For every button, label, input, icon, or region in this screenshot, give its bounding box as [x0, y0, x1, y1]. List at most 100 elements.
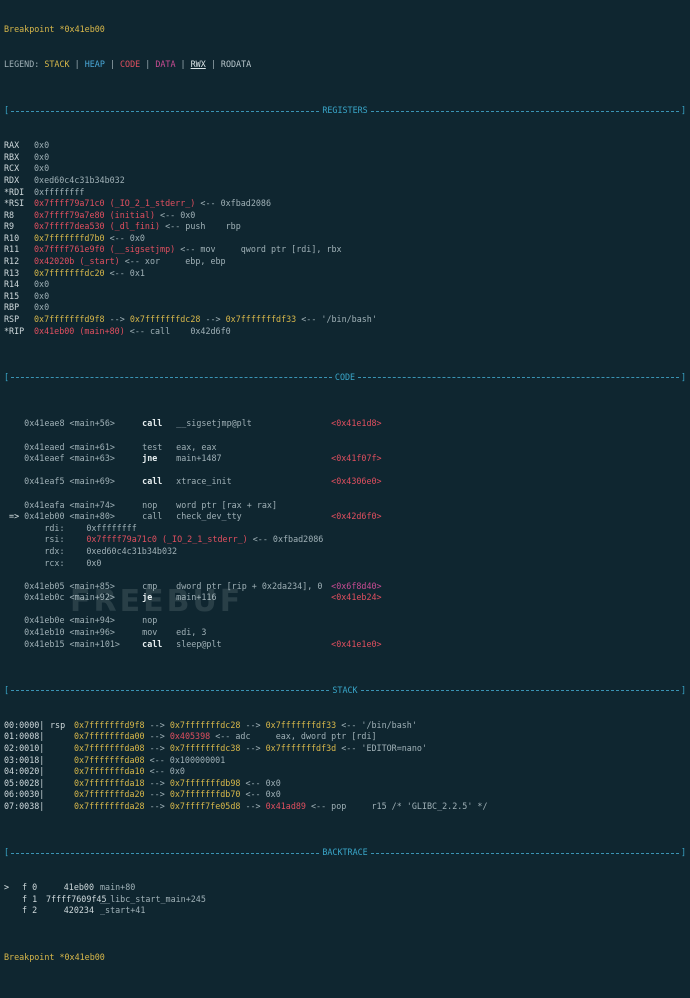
- register-row: R12 0x42020b (_start) <-- xor ebp, ebp: [4, 256, 686, 268]
- stack-offset: 04:0020|: [4, 766, 45, 777]
- value-part: 0x7fffffffd7b0: [34, 232, 105, 243]
- register-name: RBX: [4, 151, 20, 162]
- stack-row: 00:0000| rsp 0x7fffffffd9f8 --> 0x7fffffff…: [4, 720, 686, 732]
- registers-label: REGISTERS: [322, 105, 368, 116]
- value-part: 0x7fffffffdb98: [169, 777, 241, 788]
- register-row: RBX 0x0: [4, 152, 686, 164]
- current-instruction-row: => 0x41eb00 <main+80> call check_dev_tty <0…: [4, 511, 686, 523]
- instruction-operands: main+1487: [176, 453, 222, 464]
- register-row: RAX 0x0: [4, 140, 686, 152]
- value-part: -->: [240, 719, 266, 730]
- stack-label: STACK: [332, 685, 358, 696]
- value-part: 0x7ffff79a71c0 (_IO_2_1_stderr_): [86, 534, 248, 545]
- value-part: 0x7fffffffdc20: [34, 267, 105, 278]
- argument-register: rsi:: [44, 534, 65, 545]
- current-marker: [4, 500, 24, 510]
- value-part: 0x0: [86, 557, 102, 568]
- frame-number: f 1: [22, 893, 38, 904]
- jump-target: <0x41e1e0>: [331, 638, 382, 649]
- value-part: <-- '/bin/bash': [296, 314, 377, 325]
- register-row: R9 0x7ffff7dea530 (_dl_fini) <-- push rbp: [4, 221, 686, 233]
- legend-prefix: LEGEND:: [4, 58, 45, 69]
- legend-item-heap: HEAP: [84, 58, 105, 69]
- value-part: -->: [144, 777, 170, 788]
- jump-target: <0x41e1d8>: [331, 418, 382, 429]
- register-name: *RSI: [4, 198, 25, 209]
- register-row: RBP 0x0: [4, 302, 686, 314]
- legend-item-rwx: RWX: [190, 58, 206, 69]
- register-row: R8 0x7ffff79a7e80 (initial) <-- 0x0: [4, 210, 686, 222]
- instruction-address: 0x41eaef <main+63>: [24, 453, 115, 464]
- instruction-row: 0x41eae8 <main+56> call __sigsetjmp@plt <0x…: [4, 418, 686, 430]
- legend-line: LEGEND: STACK | HEAP | CODE | DATA | RWX…: [4, 59, 686, 71]
- value-part: <-- 0xfbad2086: [247, 534, 324, 545]
- current-marker: [4, 453, 24, 463]
- terminal-window[interactable]: Breakpoint *0x41eb00 LEGEND: STACK | HEA…: [0, 0, 690, 962]
- value-part: 0x7ffff7dea530 (_dl_fini): [34, 221, 161, 232]
- instruction-operands: check_dev_tty: [176, 511, 242, 522]
- legend-item-stack: STACK: [44, 58, 70, 69]
- register-row: R14 0x0: [4, 279, 686, 291]
- stack-offset: 00:0000|: [4, 719, 45, 730]
- call-argument-row: rcx: 0x0: [4, 558, 686, 570]
- legend-item-rodata: RODATA: [220, 58, 252, 69]
- value-part: <-- 0x0: [240, 777, 281, 788]
- instruction-address: 0x41eb0e <main+94>: [24, 615, 115, 626]
- register-name: R15: [4, 290, 20, 301]
- instruction-mnemonic: test: [142, 441, 163, 452]
- current-marker: [4, 627, 24, 637]
- value-part: -->: [144, 743, 170, 753]
- value-part: 0x0: [34, 163, 50, 174]
- legend-item-code: CODE: [120, 58, 141, 69]
- current-marker: [4, 418, 24, 428]
- value-part: <-- 0xfbad2086: [195, 198, 271, 209]
- current-marker: [4, 639, 24, 649]
- value-part: 0x0: [34, 140, 50, 151]
- value-part: <-- 0x100000001: [144, 754, 226, 765]
- instruction-row: 0x41eaf5 <main+69> call xtrace_init <0x4306…: [4, 476, 686, 488]
- legend-separator: |: [175, 58, 191, 69]
- value-part: 0x7ffff761e9f0 (__sigsetjmp): [34, 244, 176, 255]
- value-part: <-- 0x1: [104, 267, 145, 278]
- value-part: -->: [144, 719, 170, 730]
- value-part: 0x7fffffffd9f8: [34, 314, 105, 325]
- value-part: <-- xor ebp, ebp: [119, 256, 226, 267]
- legend-separator: |: [205, 58, 221, 69]
- value-part: 0x42020b (_start): [34, 256, 120, 267]
- register-name: *RDI: [4, 186, 25, 197]
- value-part: 0x7fffffffda08: [74, 743, 145, 753]
- stack-offset: 06:0030|: [4, 789, 45, 800]
- instruction-mnemonic: jne: [142, 453, 158, 464]
- value-part: 0x7fffffffda28: [74, 800, 145, 811]
- instruction-operands: __sigsetjmp@plt: [176, 418, 252, 429]
- value-part: 0x7fffffffda20: [74, 789, 145, 800]
- stack-row: 07:0038| 0x7fffffffda28 --> 0x7ffff7fe05d…: [4, 801, 686, 813]
- value-part: 0x7ffff79a7e80 (initial): [34, 209, 156, 220]
- instruction-address: 0x41eb10 <main+96>: [24, 627, 115, 638]
- instruction-mnemonic: je: [142, 592, 153, 603]
- value-part: 0x7fffffffda18: [74, 777, 145, 788]
- instruction-address: 0x41eb00 <main+80>: [24, 511, 115, 522]
- instruction-mnemonic: mov: [142, 627, 158, 638]
- registers-separator: [REGISTERS]: [4, 105, 687, 116]
- value-part: 0x7fffffffdf33: [265, 719, 337, 730]
- instruction-mnemonic: call: [142, 638, 163, 649]
- value-part: 0x0: [34, 279, 50, 290]
- register-row: R13 0x7fffffffdc20 <-- 0x1: [4, 268, 686, 280]
- breakpoint-header: Breakpoint *0x41eb00: [4, 24, 105, 35]
- instruction-mnemonic: call: [142, 511, 163, 522]
- current-marker: [4, 615, 24, 625]
- breakpoint-footer: Breakpoint *0x41eb00: [4, 951, 105, 962]
- instruction-operands: dword ptr [rip + 0x2da234], 0: [176, 580, 323, 591]
- value-part: 0x7fffffffdc28: [129, 314, 201, 325]
- frame-marker: >: [4, 882, 10, 893]
- value-part: 0x41ad89: [265, 800, 306, 811]
- instruction-row: 0x41eafa <main+74> nop word ptr [rax + rax…: [4, 500, 686, 512]
